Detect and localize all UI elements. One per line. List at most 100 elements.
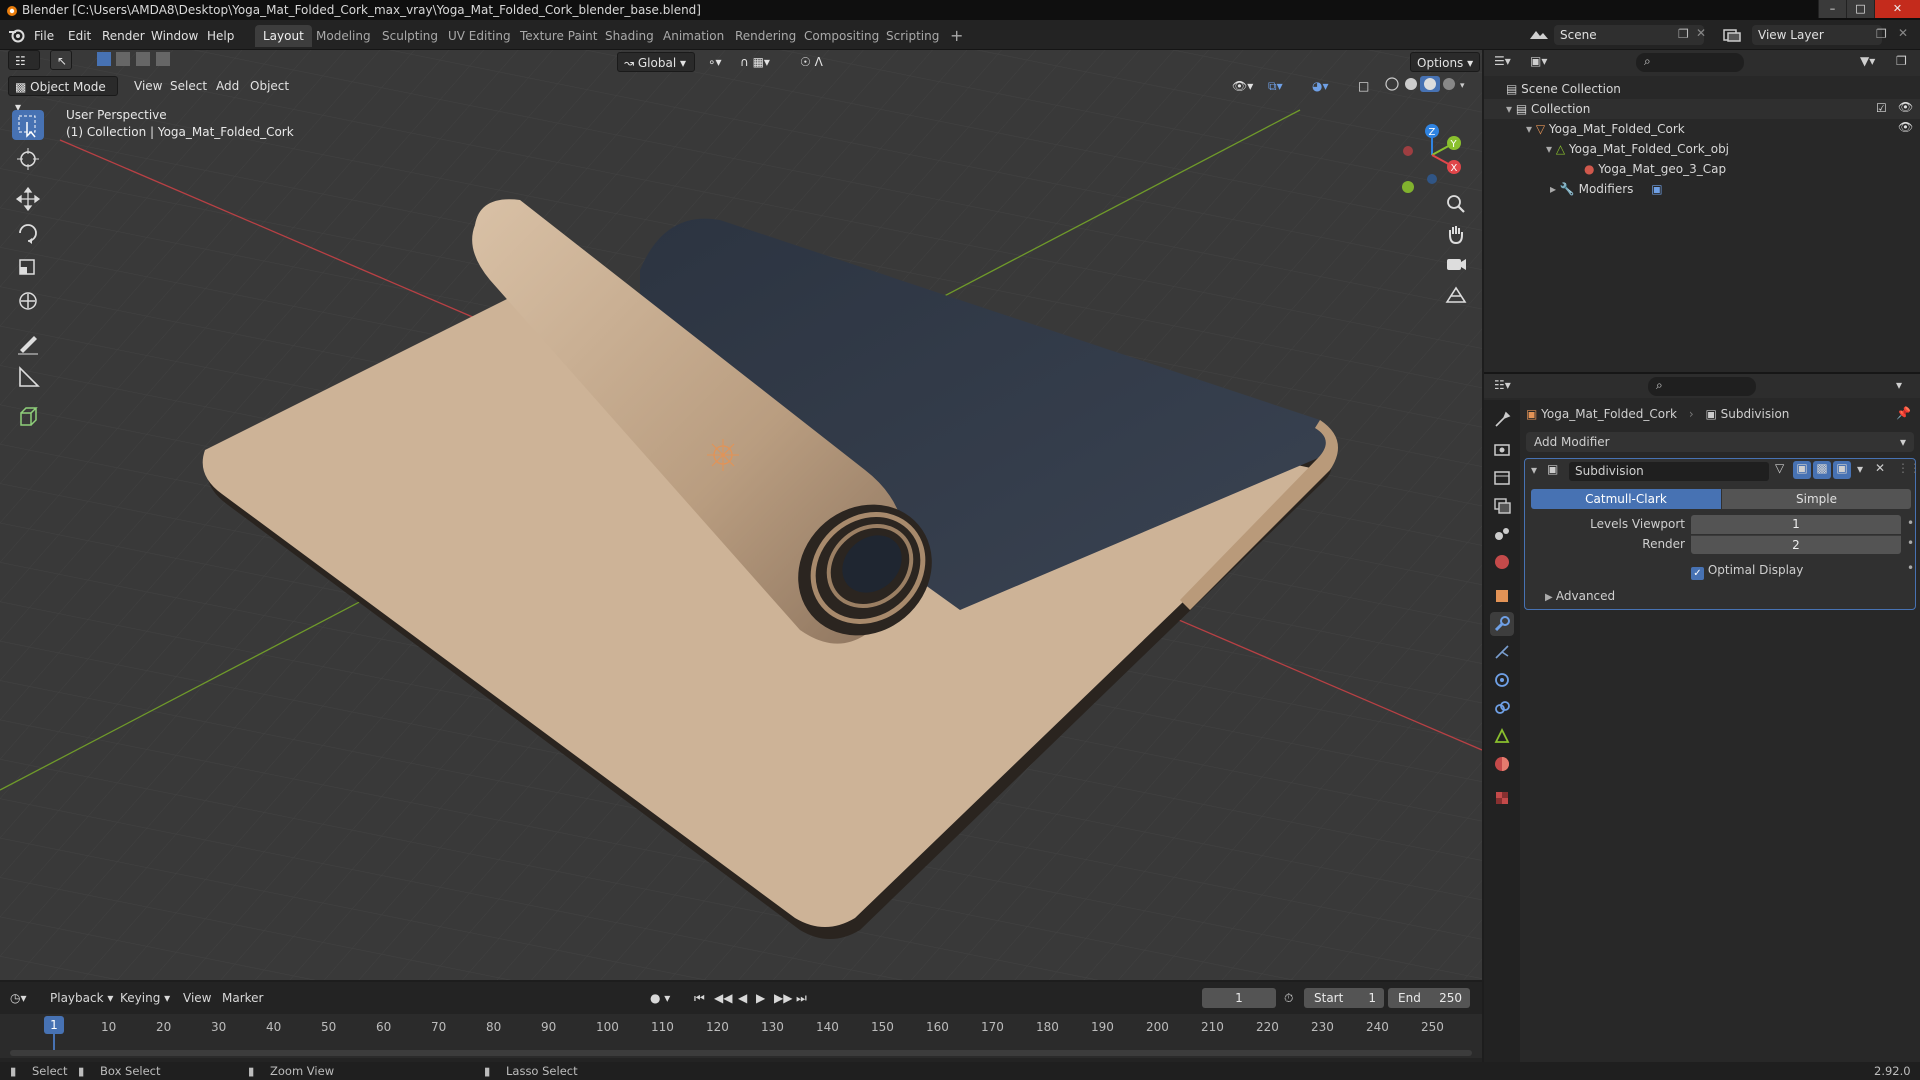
menu-window[interactable]: Window <box>151 26 198 46</box>
pivot-point-icon[interactable]: ∘▾ <box>702 52 728 72</box>
current-frame-field[interactable]: 1 <box>1202 988 1276 1008</box>
particles-tab-icon[interactable] <box>1490 640 1514 664</box>
proportional-edit-icon[interactable]: ☉ Λ <box>794 52 829 72</box>
optimal-display-checkbox[interactable]: ✓ Optimal Display <box>1691 561 1803 580</box>
close-button[interactable]: ✕ <box>1874 0 1920 18</box>
advanced-subpanel[interactable]: ▶ Advanced <box>1545 587 1615 605</box>
blender-menu-icon[interactable] <box>8 27 26 43</box>
add-workspace-icon[interactable]: + <box>942 25 971 47</box>
annotate-tool-icon[interactable] <box>12 328 44 358</box>
view-layer-selector[interactable]: View Layer <box>1752 25 1882 45</box>
output-tab-icon[interactable] <box>1490 466 1514 490</box>
3d-viewport[interactable]: ☷ ↖ ↝ Global ▾ ∘▾ ∩ ▦▾ ☉ Λ Options ▾ ▩ O… <box>0 50 1482 980</box>
viewport-scene[interactable] <box>0 50 1482 980</box>
outliner-material[interactable]: ● Yoga_Mat_geo_3_Cap <box>1584 159 1726 179</box>
outliner-editor-type-icon[interactable]: ☰▾ <box>1494 54 1511 68</box>
tab-modeling[interactable]: Modeling <box>308 25 379 47</box>
tab-animation[interactable]: Animation <box>655 25 732 47</box>
modifier-tab-icon[interactable] <box>1490 612 1514 636</box>
timeline-editor-type-icon[interactable]: ◷▾ <box>10 988 27 1008</box>
properties-editor-type-icon[interactable]: ☷▾ <box>1494 378 1511 392</box>
expand-arrow-icon[interactable]: ▾ <box>1546 142 1556 156</box>
menu-help[interactable]: Help <box>207 26 234 46</box>
scale-tool-icon[interactable] <box>12 252 44 282</box>
timeline-view-menu[interactable]: View <box>183 988 211 1008</box>
measure-tool-icon[interactable] <box>12 362 44 392</box>
levels-viewport-field[interactable]: 1 <box>1691 515 1901 534</box>
filter-icon[interactable]: ▼▾ <box>1860 54 1875 68</box>
xray-icon[interactable]: □ <box>1352 76 1375 96</box>
simple-button[interactable]: Simple <box>1722 489 1911 509</box>
jump-keyframe-back-icon[interactable]: ◀◀ <box>714 988 732 1008</box>
delete-view-layer-icon[interactable]: ✕ <box>1898 26 1908 40</box>
constraints-tab-icon[interactable] <box>1490 696 1514 720</box>
transform-orientation-dropdown[interactable]: ↝ Global ▾ <box>617 52 695 72</box>
selection-mode-icons[interactable] <box>90 50 184 70</box>
cursor-tool-icon[interactable] <box>12 144 44 174</box>
play-icon[interactable]: ▶ <box>756 988 765 1008</box>
delete-scene-icon[interactable]: ✕ <box>1696 26 1706 40</box>
overlays-icon[interactable]: ◕▾ <box>1306 76 1335 96</box>
keyframe-dot-icon[interactable]: • <box>1907 561 1914 575</box>
outliner-search-input[interactable]: ⌕ <box>1636 53 1744 72</box>
camera-view-icon[interactable] <box>1442 250 1470 278</box>
move-tool-icon[interactable] <box>12 184 44 214</box>
minimize-button[interactable]: – <box>1818 0 1846 18</box>
pin-icon[interactable]: 📌 <box>1896 406 1911 420</box>
maximize-button[interactable]: □ <box>1846 0 1874 18</box>
on-cage-toggle-icon[interactable]: ▣ <box>1793 461 1811 479</box>
tab-texture-paint[interactable]: Texture Paint <box>512 25 605 47</box>
expand-arrow-icon[interactable]: ▾ <box>1506 102 1516 116</box>
menu-file[interactable]: File <box>34 26 54 46</box>
render-toggle-icon[interactable]: ▣ <box>1833 461 1851 479</box>
physics-tab-icon[interactable] <box>1490 668 1514 692</box>
snap-icon[interactable]: ∩ ▦▾ <box>734 52 776 72</box>
tab-sculpting[interactable]: Sculpting <box>374 25 446 47</box>
zoom-icon[interactable] <box>1442 190 1470 218</box>
menu-add[interactable]: Add <box>210 76 245 96</box>
jump-end-icon[interactable]: ⏭ <box>796 988 807 1008</box>
tab-compositing[interactable]: Compositing <box>796 25 887 47</box>
jump-keyframe-forward-icon[interactable]: ▶▶ <box>774 988 792 1008</box>
keying-menu[interactable]: Keying ▾ <box>120 988 170 1008</box>
view-layer-icon[interactable] <box>1722 27 1744 43</box>
drag-handle-icon[interactable]: ⋮⋮ <box>1897 461 1920 475</box>
menu-select[interactable]: Select <box>164 76 213 96</box>
outliner-object[interactable]: ▾ ▽ Yoga_Mat_Folded_Cork <box>1526 119 1685 139</box>
options-dropdown[interactable]: Options ▾ <box>1410 52 1481 72</box>
new-view-layer-icon[interactable]: ❐ <box>1876 27 1887 41</box>
display-mode-icon[interactable]: ▣▾ <box>1530 54 1547 68</box>
ortho-toggle-icon[interactable] <box>1442 282 1470 310</box>
texture-tab-icon[interactable] <box>1490 786 1514 810</box>
subdivision-modifier-icon[interactable]: ▣ <box>1651 182 1662 196</box>
pan-hand-icon[interactable] <box>1442 220 1470 248</box>
tab-rendering[interactable]: Rendering <box>727 25 804 47</box>
stopwatch-icon[interactable]: ⏱ <box>1284 988 1293 1008</box>
viewport-toggle-icon[interactable]: ▩ <box>1813 461 1831 479</box>
navigation-gizmo[interactable]: Z Y X <box>1392 115 1472 195</box>
playback-menu[interactable]: Playback ▾ <box>50 988 113 1008</box>
play-reverse-icon[interactable]: ◀ <box>738 988 747 1008</box>
scene-tab-icon[interactable] <box>1490 522 1514 546</box>
outliner-collection[interactable]: ▾ ▤ Collection <box>1506 99 1590 119</box>
properties-search-input[interactable]: ⌕ <box>1648 377 1756 396</box>
gizmo-toggle-icon[interactable]: ⧉▾ <box>1262 76 1289 96</box>
select-tool-icon[interactable]: ↖ <box>50 50 72 70</box>
jump-start-icon[interactable]: ⏮ <box>694 988 705 1008</box>
transform-tool-icon[interactable] <box>12 286 44 316</box>
tab-layout[interactable]: Layout <box>255 25 312 47</box>
keyframe-dot-icon[interactable]: • <box>1907 536 1914 550</box>
menu-render[interactable]: Render <box>102 26 145 46</box>
visibility-icon[interactable]: 👁▾ <box>1226 76 1259 96</box>
catmull-clark-button[interactable]: Catmull-Clark <box>1531 489 1721 509</box>
select-box-tool[interactable] <box>12 110 44 140</box>
keyframe-dot-icon[interactable]: • <box>1907 516 1914 530</box>
collection-checkbox[interactable]: ☑ <box>1876 101 1887 115</box>
render-tab-icon[interactable] <box>1490 438 1514 462</box>
expand-arrow-icon[interactable]: ▾ <box>1526 122 1536 136</box>
menu-edit[interactable]: Edit <box>68 26 91 46</box>
end-frame-field[interactable]: End 250 <box>1388 988 1470 1008</box>
render-levels-field[interactable]: 2 <box>1691 535 1901 554</box>
rotate-tool-icon[interactable] <box>12 218 44 248</box>
tab-scripting[interactable]: Scripting <box>878 25 947 47</box>
